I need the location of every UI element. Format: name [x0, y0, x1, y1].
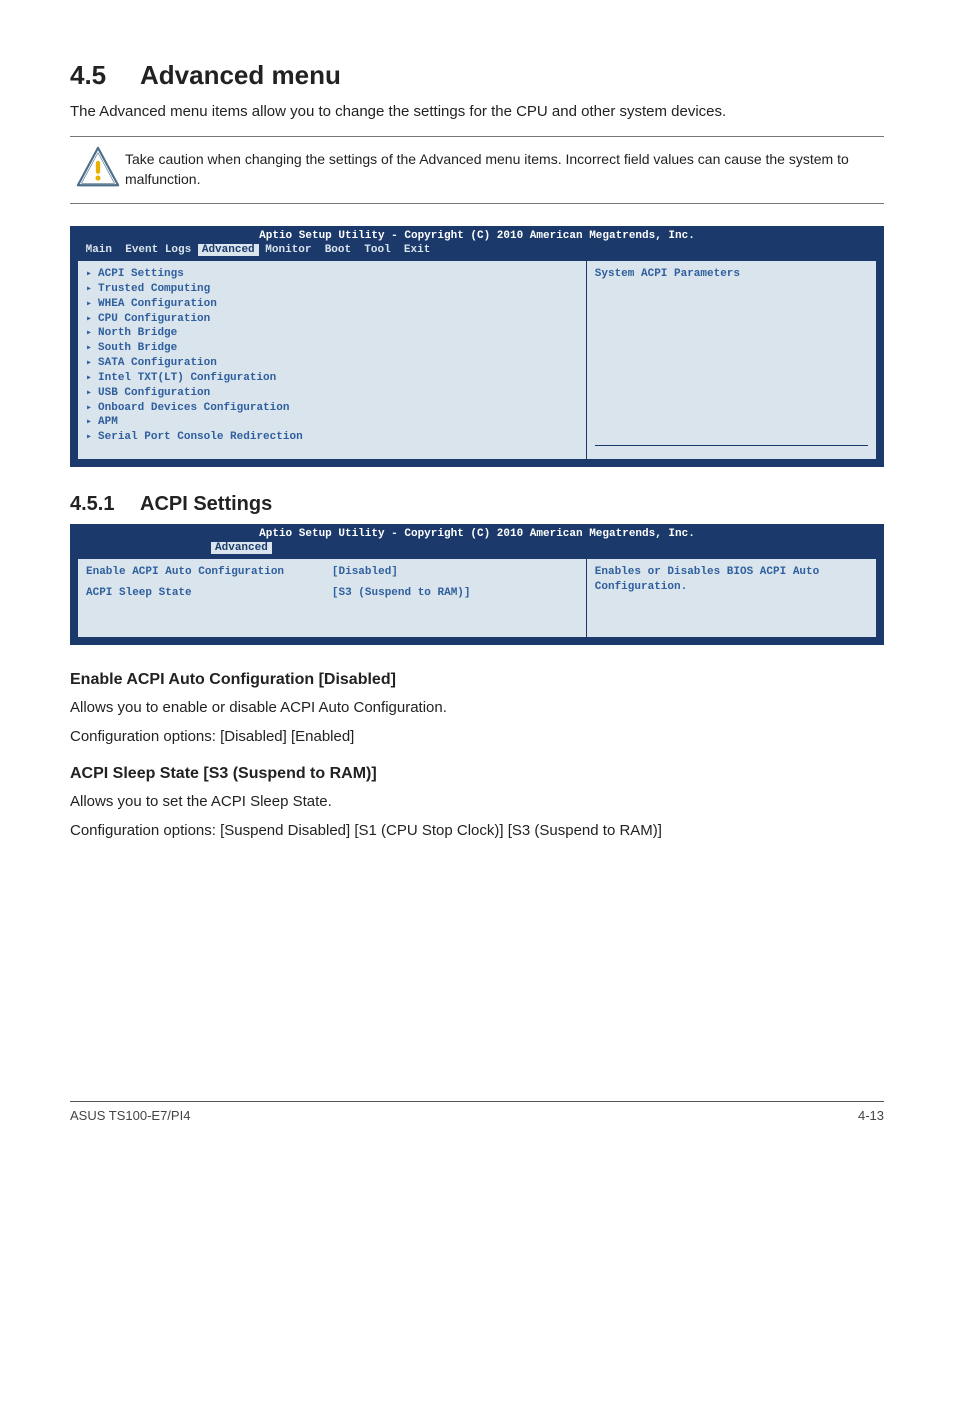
bios-screenshot-advanced-menu: Aptio Setup Utility - Copyright (C) 2010…: [70, 226, 884, 467]
bios-header: Aptio Setup Utility - Copyright (C) 2010…: [71, 525, 883, 540]
tab-advanced: Advanced: [198, 244, 259, 256]
bios-help-text: Enables or Disables BIOS ACPI Auto Confi…: [595, 565, 868, 595]
subsection-title: ACPI Settings: [140, 493, 272, 515]
setting-label: ACPI Sleep State: [86, 586, 332, 601]
list-item: South Bridge: [86, 341, 578, 356]
option-description: Allows you to set the ACPI Sleep State.: [70, 791, 884, 812]
option-description: Allows you to enable or disable ACPI Aut…: [70, 697, 884, 718]
page-footer: ASUS TS100-E7/PI4 4-13: [70, 1101, 884, 1123]
bios-menu-list: ACPI Settings Trusted Computing WHEA Con…: [77, 260, 587, 460]
tab-boot: Boot: [325, 244, 351, 256]
footer-left: ASUS TS100-E7/PI4: [70, 1108, 190, 1123]
caution-icon: [70, 145, 125, 195]
list-item: SATA Configuration: [86, 356, 578, 371]
caution-note: Take caution when changing the settings …: [70, 136, 884, 204]
subsection-heading: 4.5.1ACPI Settings: [70, 493, 884, 516]
list-item: WHEA Configuration: [86, 297, 578, 312]
list-item: Onboard Devices Configuration: [86, 401, 578, 416]
section-number: 4.5: [70, 60, 140, 91]
bios-settings-list: Enable ACPI Auto Configuration [Disabled…: [77, 558, 587, 638]
section-intro: The Advanced menu items allow you to cha…: [70, 101, 884, 122]
subsection-number: 4.5.1: [70, 493, 140, 516]
setting-row: ACPI Sleep State [S3 (Suspend to RAM)]: [86, 586, 578, 601]
option-config: Configuration options: [Disabled] [Enabl…: [70, 726, 884, 747]
list-item: USB Configuration: [86, 386, 578, 401]
list-item: North Bridge: [86, 326, 578, 341]
bios-screenshot-acpi-settings: Aptio Setup Utility - Copyright (C) 2010…: [70, 524, 884, 645]
setting-row: Enable ACPI Auto Configuration [Disabled…: [86, 565, 578, 580]
tab-exit: Exit: [404, 244, 430, 256]
tab-advanced: Advanced: [211, 542, 272, 554]
list-item: Trusted Computing: [86, 282, 578, 297]
option-heading: Enable ACPI Auto Configuration [Disabled…: [70, 671, 884, 689]
bios-help-pane: System ACPI Parameters: [587, 260, 877, 460]
bios-header: Aptio Setup Utility - Copyright (C) 2010…: [71, 227, 883, 242]
section-heading: 4.5Advanced menu: [70, 60, 884, 91]
bios-tabs: Main Event Logs Advanced Monitor Boot To…: [71, 242, 883, 260]
tab-main: Main: [86, 244, 112, 256]
list-item: APM: [86, 415, 578, 430]
footer-right: 4-13: [858, 1108, 884, 1123]
option-heading: ACPI Sleep State [S3 (Suspend to RAM)]: [70, 765, 884, 783]
list-item: Intel TXT(LT) Configuration: [86, 371, 578, 386]
list-item: CPU Configuration: [86, 312, 578, 327]
caution-text: Take caution when changing the settings …: [125, 150, 884, 189]
setting-value: [Disabled]: [332, 565, 578, 580]
list-item: Serial Port Console Redirection: [86, 430, 578, 445]
bios-help-text: System ACPI Parameters: [595, 267, 868, 282]
bios-help-separator: [595, 445, 868, 453]
setting-label: Enable ACPI Auto Configuration: [86, 565, 332, 580]
list-item: ACPI Settings: [86, 267, 578, 282]
setting-value: [S3 (Suspend to RAM)]: [332, 586, 578, 601]
section-title: Advanced menu: [140, 60, 341, 90]
bios-tabs: Advanced: [71, 540, 883, 558]
option-config: Configuration options: [Suspend Disabled…: [70, 820, 884, 841]
bios-help-pane: Enables or Disables BIOS ACPI Auto Confi…: [587, 558, 877, 638]
tab-eventlogs: Event Logs: [125, 244, 191, 256]
tab-tool: Tool: [364, 244, 390, 256]
tab-monitor: Monitor: [265, 244, 311, 256]
